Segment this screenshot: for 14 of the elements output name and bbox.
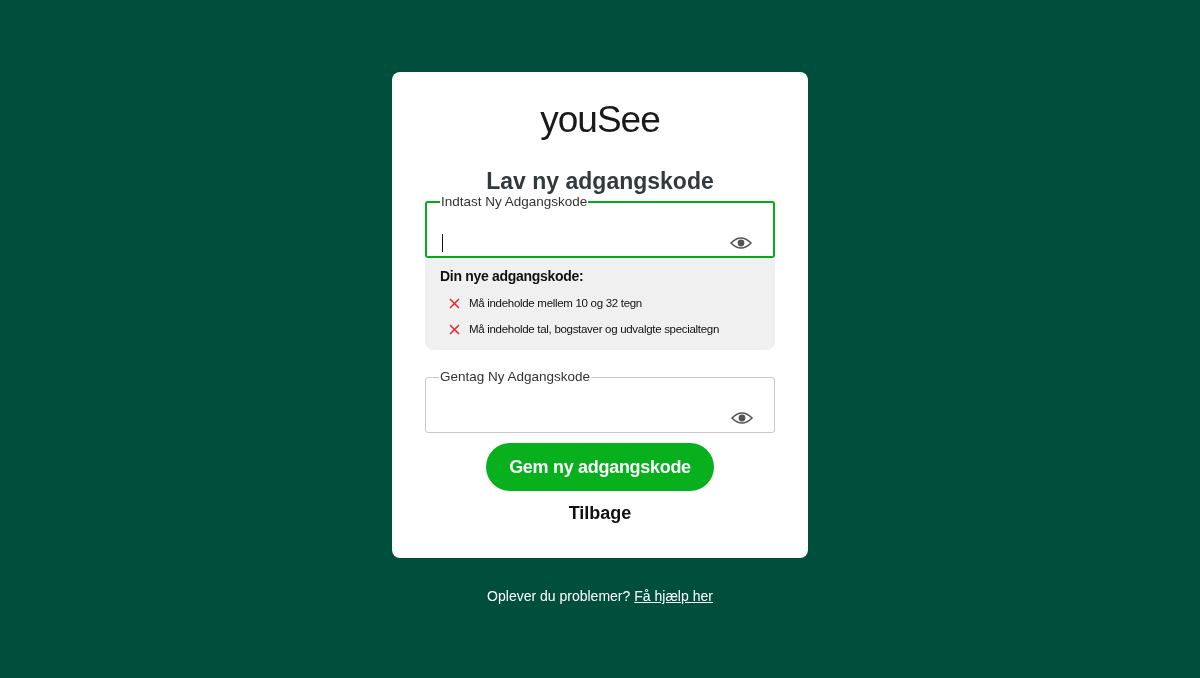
requirement-text: Må indeholde tal, bogstaver og udvalgte specialtegn: [469, 323, 720, 335]
field-label: Gentag Ny Adgangskode: [439, 370, 592, 384]
password-field[interactable]: Gentag Ny Adgangskode: [425, 370, 775, 433]
field-label: Indtast Ny Adgangskode: [440, 195, 589, 209]
requirement-text: Må indeholde mellem 10 og 32 tegn: [469, 297, 642, 309]
footer-text: Oplever du problemer?: [487, 588, 631, 604]
page-title: Lav ny adgangskode: [486, 168, 714, 194]
requirements-heading: Din nye adgangskode:: [440, 268, 585, 284]
back-link[interactable]: Tilbage: [568, 503, 632, 524]
help-link[interactable]: Få hjælp her: [634, 588, 713, 604]
eye-icon[interactable]: [731, 411, 753, 425]
eye-icon[interactable]: [730, 236, 752, 250]
logo: youSee: [540, 98, 660, 142]
text-cursor: [442, 234, 443, 252]
